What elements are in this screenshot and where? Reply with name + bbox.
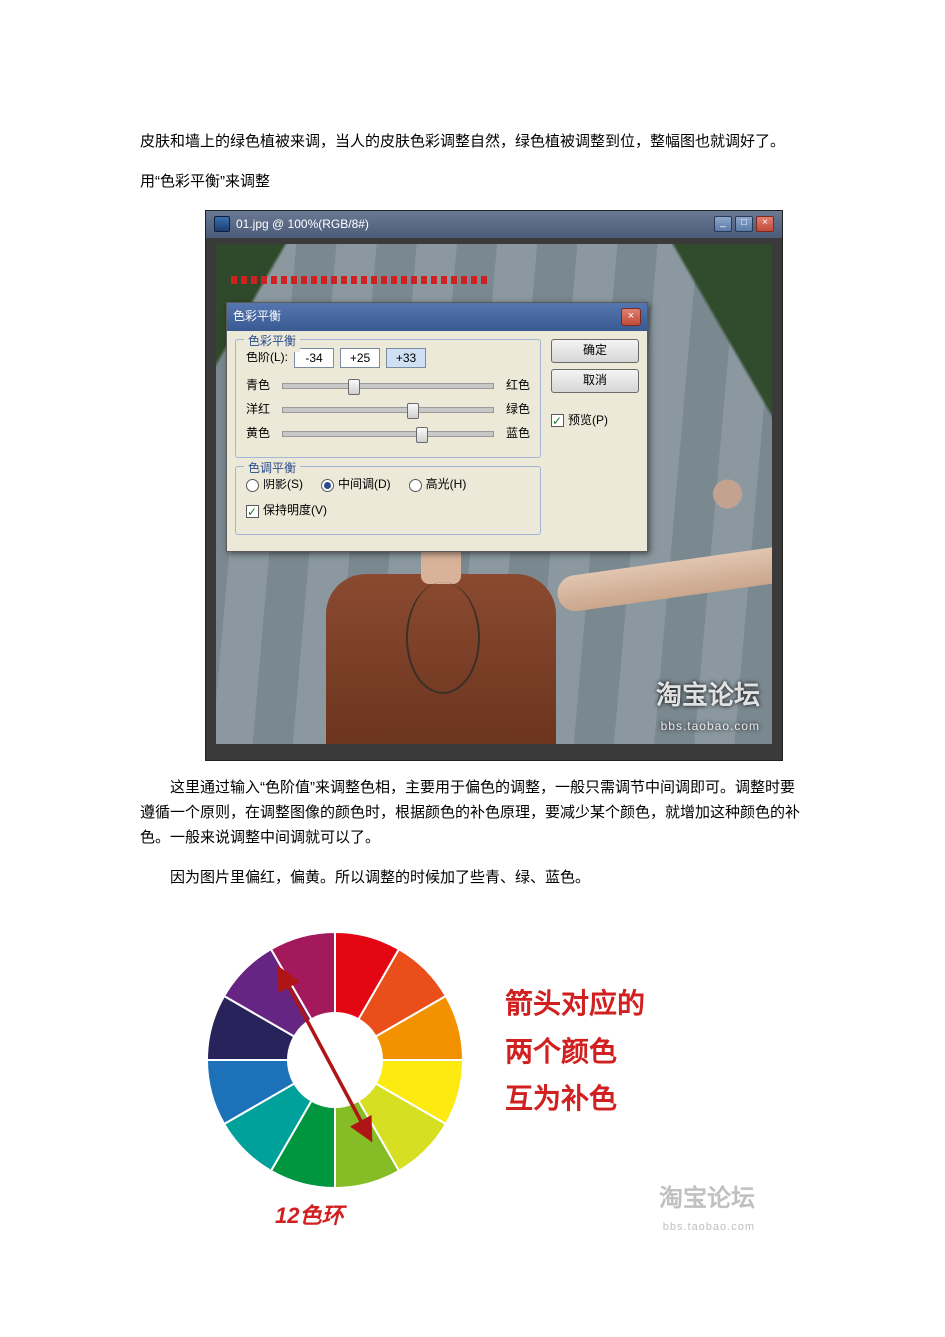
color-balance-legend: 色彩平衡 bbox=[244, 332, 300, 352]
slider-magenta-green: 洋红 绿色 bbox=[246, 400, 530, 420]
intro-para-2: 用“色彩平衡”来调整 bbox=[140, 170, 805, 195]
document-page: 皮肤和墙上的绿色植被来调，当人的皮肤色彩调整自然，绿色植被调整到位，整幅图也就调… bbox=[0, 0, 945, 1337]
slider-right-1: 红色 bbox=[500, 376, 530, 396]
ok-button[interactable]: 确定 bbox=[551, 339, 639, 363]
color-wheel-figure: 12色环 箭头对应的 两个颜色 互为补色 淘宝论坛 bbs.taobao.com bbox=[195, 920, 755, 1240]
slider-left-3: 黄色 bbox=[246, 424, 276, 444]
photo-canvas: 淘宝论坛 bbs.taobao.com 色彩平衡 × 色彩平衡 bbox=[216, 244, 772, 744]
wheel-watermark-url: bbs.taobao.com bbox=[659, 1218, 755, 1236]
watermark-text: 淘宝论坛 bbox=[656, 680, 760, 710]
wheel-text-line-3: 互为补色 bbox=[505, 1075, 645, 1123]
selection-marquee bbox=[231, 276, 491, 284]
photoshop-screenshot: 01.jpg @ 100%(RGB/8#) _ □ × 淘 bbox=[205, 210, 783, 762]
slider-thumb-3[interactable] bbox=[416, 427, 428, 443]
slider-thumb-2[interactable] bbox=[407, 403, 419, 419]
slider-track-3[interactable] bbox=[282, 431, 494, 437]
slider-right-2: 绿色 bbox=[500, 400, 530, 420]
photoshop-icon bbox=[214, 216, 230, 232]
dialog-titlebar[interactable]: 色彩平衡 × bbox=[227, 303, 647, 331]
slider-cyan-red: 青色 红色 bbox=[246, 376, 530, 396]
cancel-button[interactable]: 取消 bbox=[551, 369, 639, 393]
dialog-close-button[interactable]: × bbox=[621, 308, 641, 326]
level-input-1[interactable]: -34 bbox=[294, 348, 334, 368]
body-para-1: 这里通过输入“色阶值”来调整色相，主要用于偏色的调整，一般只需调节中间调即可。调… bbox=[140, 776, 805, 850]
document-title-text: 01.jpg @ 100%(RGB/8#) bbox=[236, 215, 369, 235]
intro-para-1: 皮肤和墙上的绿色植被来调，当人的皮肤色彩调整自然，绿色植被调整到位，整幅图也就调… bbox=[140, 130, 805, 155]
tone-balance-group: 色调平衡 阴影(S) 中间调(D) 高光(H) 保持明度(V) bbox=[235, 466, 541, 535]
slider-left-2: 洋红 bbox=[246, 400, 276, 420]
slider-track-1[interactable] bbox=[282, 383, 494, 389]
photoshop-document-window: 01.jpg @ 100%(RGB/8#) _ □ × 淘 bbox=[205, 210, 783, 762]
slider-right-3: 蓝色 bbox=[500, 424, 530, 444]
minimize-button[interactable]: _ bbox=[714, 216, 732, 232]
color-balance-group: 色彩平衡 色阶(L): -34 +25 +33 青色 bbox=[235, 339, 541, 458]
tone-balance-legend: 色调平衡 bbox=[244, 459, 300, 479]
wheel-watermark: 淘宝论坛 bbs.taobao.com bbox=[659, 1179, 755, 1237]
check-preview[interactable]: 预览(P) bbox=[551, 411, 639, 431]
color-wheel-svg bbox=[195, 920, 475, 1200]
wheel-center-hole bbox=[287, 1012, 383, 1108]
radio-midtones[interactable]: 中间调(D) bbox=[321, 475, 391, 495]
close-button[interactable]: × bbox=[756, 216, 774, 232]
color-balance-dialog: 色彩平衡 × 色彩平衡 色阶(L): -34 +25 +33 bbox=[226, 302, 648, 552]
maximize-button[interactable]: □ bbox=[735, 216, 753, 232]
dialog-title-text: 色彩平衡 bbox=[233, 307, 281, 327]
wheel-annotation: 箭头对应的 两个颜色 互为补色 bbox=[505, 980, 645, 1123]
watermark: 淘宝论坛 bbs.taobao.com bbox=[656, 674, 760, 737]
watermark-url: bbs.taobao.com bbox=[656, 717, 760, 737]
document-titlebar: 01.jpg @ 100%(RGB/8#) _ □ × bbox=[206, 211, 782, 239]
wheel-text-line-2: 两个颜色 bbox=[505, 1028, 645, 1076]
wheel-caption: 12色环 bbox=[275, 1198, 343, 1234]
wheel-text-line-1: 箭头对应的 bbox=[505, 980, 645, 1028]
slider-left-1: 青色 bbox=[246, 376, 276, 396]
level-input-3[interactable]: +33 bbox=[386, 348, 426, 368]
level-input-2[interactable]: +25 bbox=[340, 348, 380, 368]
slider-yellow-blue: 黄色 蓝色 bbox=[246, 424, 530, 444]
slider-track-2[interactable] bbox=[282, 407, 494, 413]
window-controls: _ □ × bbox=[714, 216, 774, 232]
slider-thumb-1[interactable] bbox=[348, 379, 360, 395]
body-para-2: 因为图片里偏红，偏黄。所以调整的时候加了些青、绿、蓝色。 bbox=[140, 866, 805, 891]
radio-highlights[interactable]: 高光(H) bbox=[409, 475, 467, 495]
check-preserve-luminosity[interactable]: 保持明度(V) bbox=[246, 501, 327, 521]
wheel-watermark-text: 淘宝论坛 bbox=[659, 1185, 755, 1212]
